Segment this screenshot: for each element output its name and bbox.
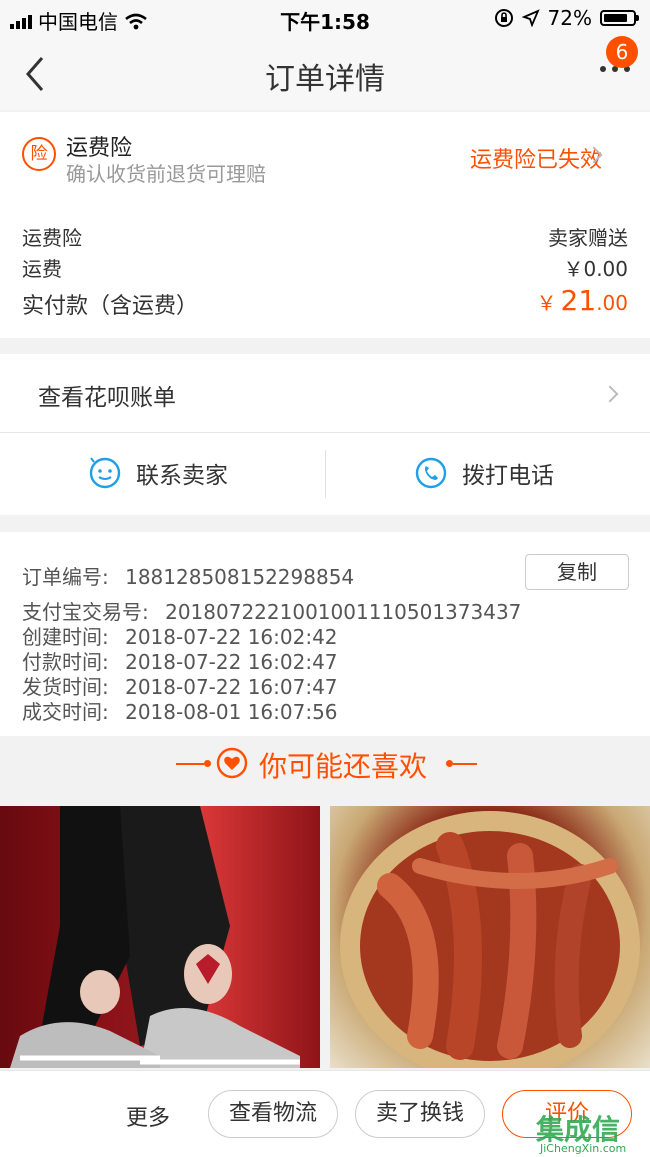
fee-label: 运费险 (22, 226, 82, 250)
fee-value: 卖家赠送 (548, 226, 628, 250)
battery-percent: 72% (547, 6, 592, 30)
insurance-subtitle: 确认收货前退货可理赔 (66, 162, 266, 186)
product-image-dried-sweet-potato[interactable] (330, 806, 650, 1068)
call-phone-label: 拨打电话 (462, 463, 554, 489)
decor-dot (204, 760, 211, 767)
decor-line (176, 763, 204, 765)
product-image-sneakers[interactable] (0, 806, 320, 1068)
paid-decimal: .00 (596, 291, 628, 315)
copy-button[interactable]: 复制 (525, 554, 629, 590)
status-bar: 中国电信 下午1:58 72% (0, 0, 650, 36)
phone-icon (415, 457, 447, 489)
call-phone-button[interactable]: 拨打电话 (414, 456, 554, 490)
insurance-icon: 险 (22, 137, 56, 171)
recommend-title: 你可能还喜欢 (259, 750, 428, 783)
huabei-label: 查看花呗账单 (38, 385, 176, 411)
order-row-value: 2018-08-01 16:07:56 (125, 700, 338, 724)
rotation-lock-icon (494, 9, 513, 27)
decor-dot (446, 760, 453, 767)
contact-seller-label: 联系卖家 (136, 463, 228, 489)
order-row: 成交时间: 2018-08-01 16:07:56 (22, 696, 338, 725)
status-icons: 72% (494, 6, 639, 30)
paid-integer: 21 (560, 284, 597, 317)
paid-label: 实付款（含运费） (22, 294, 199, 319)
currency-symbol: ￥ (536, 291, 557, 315)
watermark-url: JiChengXin.com (540, 1142, 627, 1155)
insurance-status-link[interactable]: 运费险已失效 (470, 142, 602, 174)
order-row-label: 成交时间: (22, 700, 109, 724)
heart-icon (216, 747, 248, 779)
page-title: 订单详情 (265, 62, 385, 97)
fee-value: ￥0.00 (563, 257, 628, 281)
sneakers-illustration (0, 806, 300, 1068)
recommend-header: 你可能还喜欢 (0, 738, 650, 804)
more-button[interactable]: 更多 (126, 1100, 170, 1132)
view-logistics-button[interactable]: 查看物流 (208, 1090, 338, 1138)
basket-illustration (340, 811, 640, 1068)
decor-line (453, 763, 477, 765)
order-row: 订单编号: 188128508152298854 (22, 561, 354, 590)
divider (325, 450, 326, 498)
order-row-value: 188128508152298854 (125, 565, 355, 589)
message-badge: 6 (606, 36, 638, 68)
battery-icon (600, 10, 639, 26)
contact-seller-button[interactable]: 联系卖家 (88, 456, 228, 490)
chat-face-icon (89, 457, 121, 489)
paid-amount: ￥ 21 .00 (537, 284, 628, 317)
nav-bar: 订单详情 6 (0, 36, 650, 110)
resell-button[interactable]: 卖了换钱 (355, 1090, 485, 1138)
location-icon (521, 9, 540, 27)
order-row-label: 订单编号: (22, 565, 109, 589)
fee-label: 运费 (22, 257, 62, 281)
